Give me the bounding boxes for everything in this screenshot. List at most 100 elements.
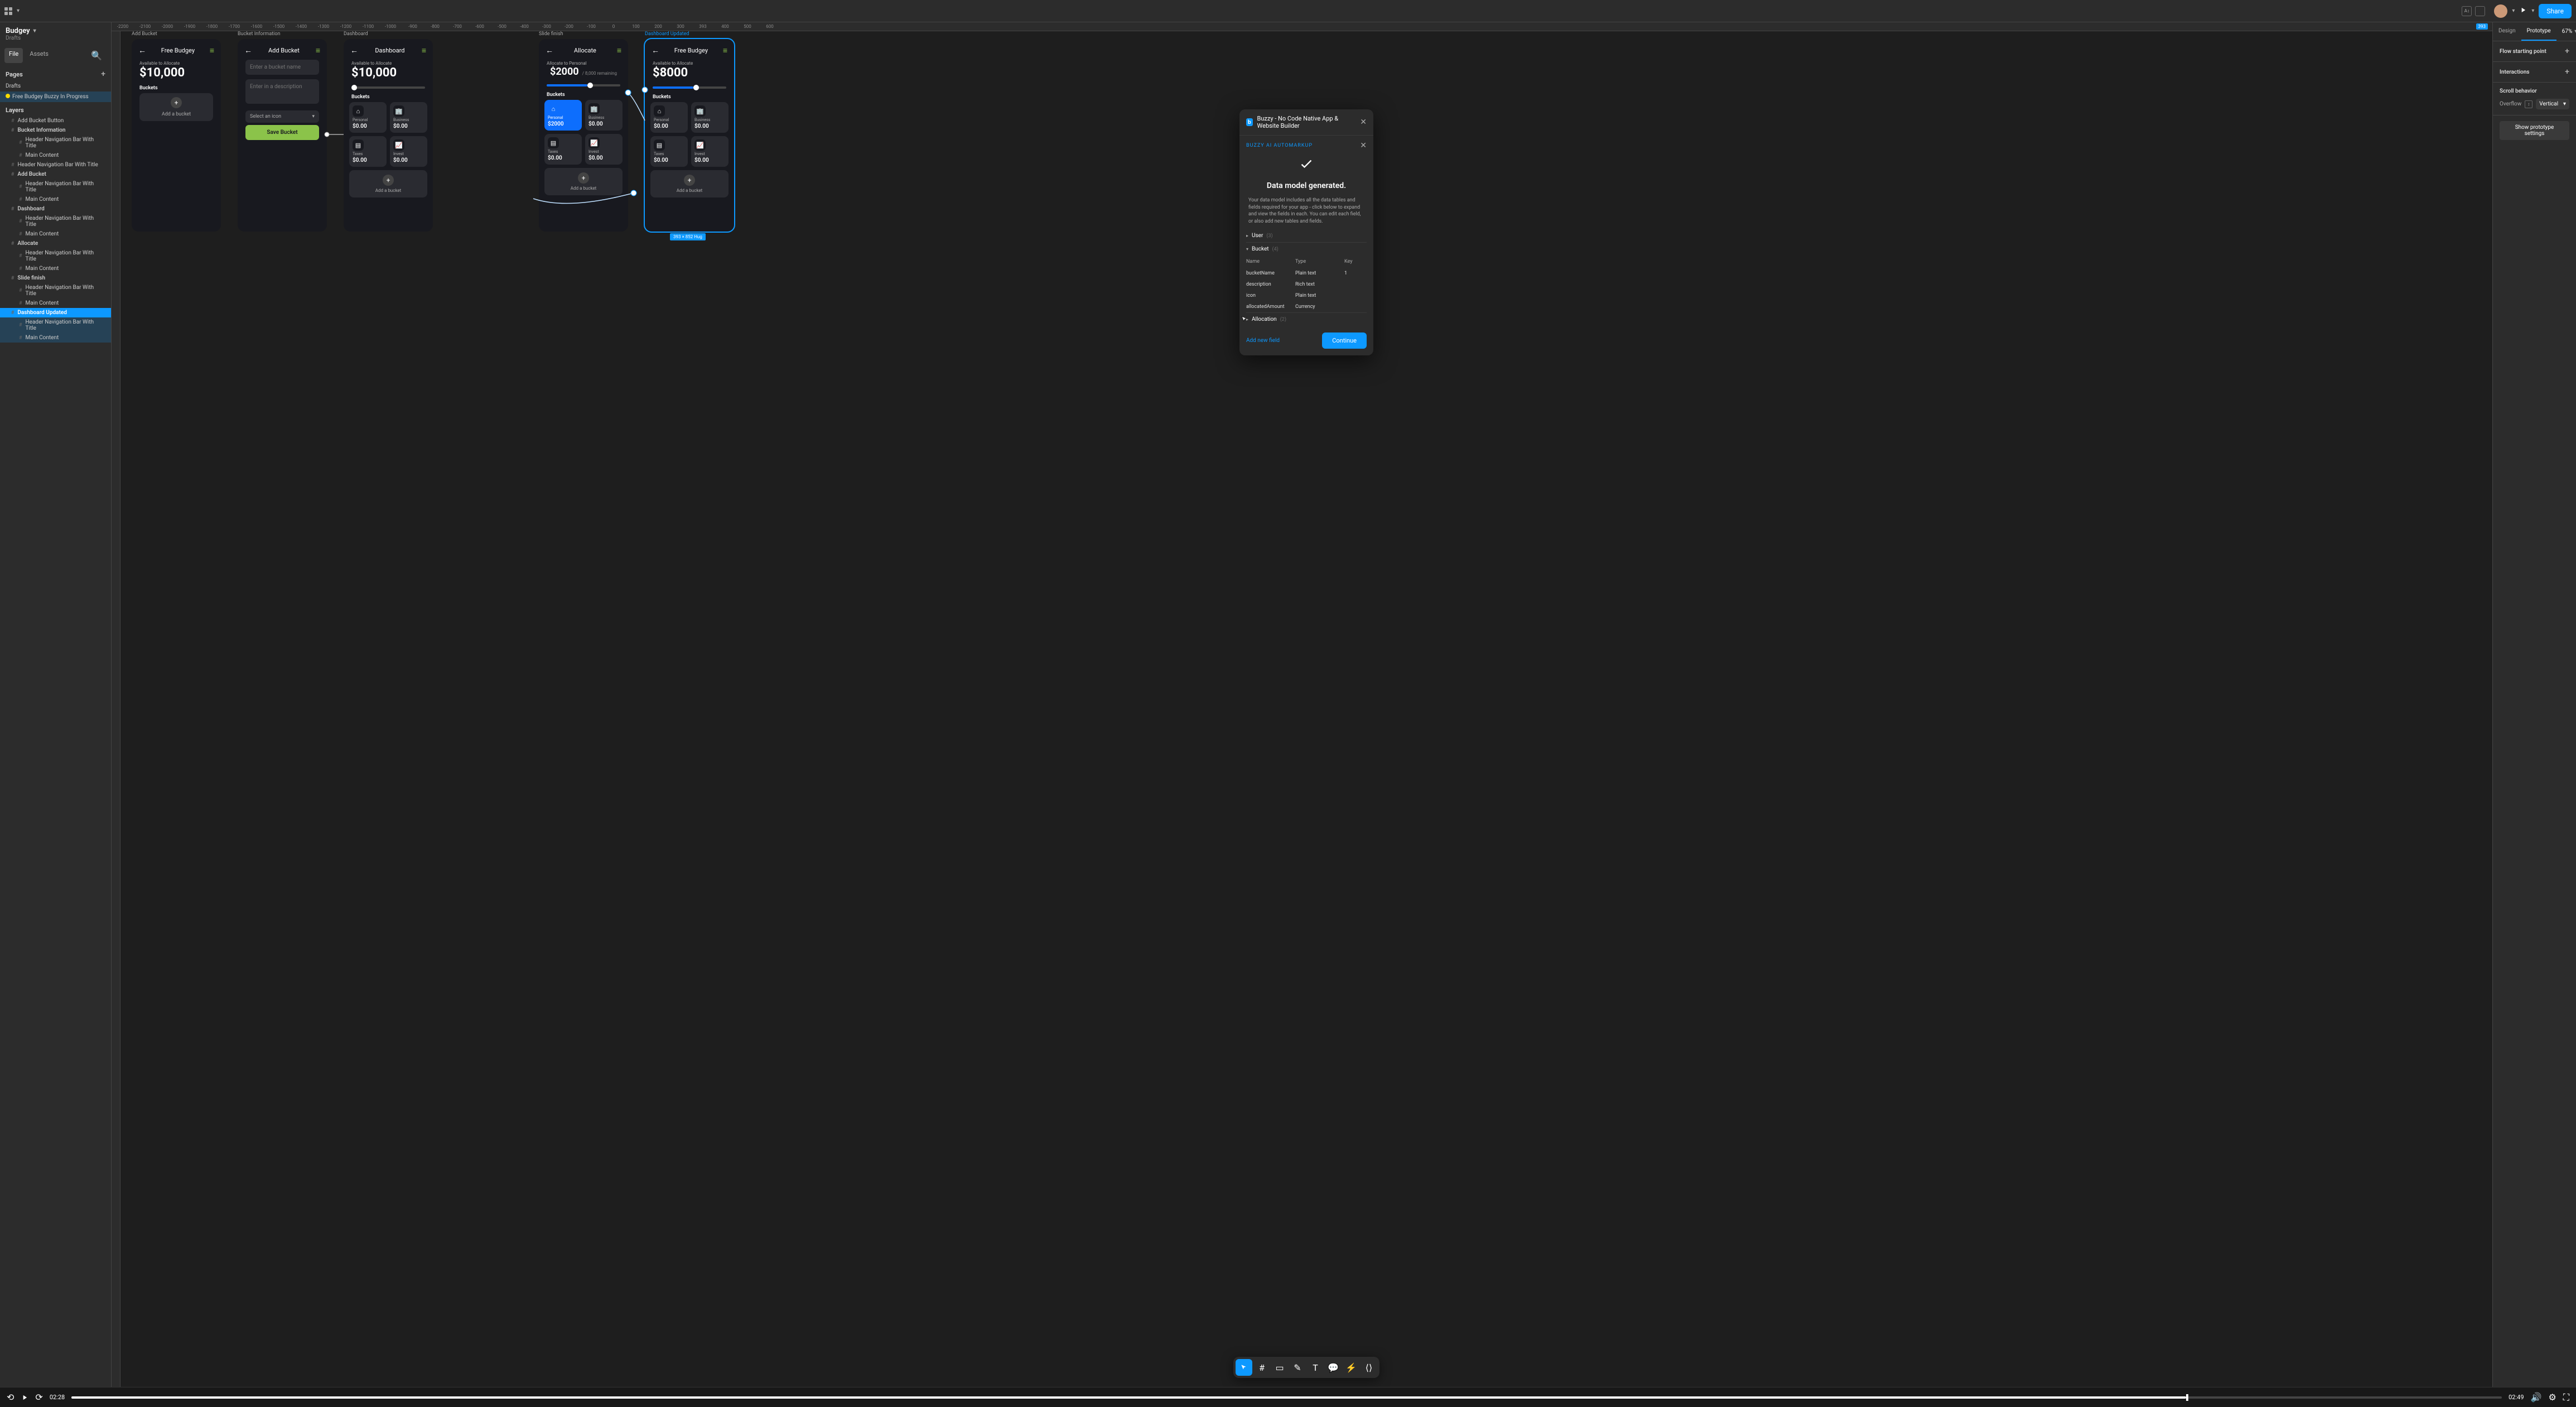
bucket-cell[interactable]: ▤Taxes$0.00 [349,136,387,167]
bucket-cell[interactable]: 📈Invest$0.00 [691,136,729,167]
chevron-down-icon[interactable]: ▾ [33,28,36,34]
page-item[interactable]: Free Budgey Buzzy In Progress [0,91,111,102]
rewind-icon[interactable]: ⟲ [7,1392,14,1403]
zoom-control[interactable]: 67%▾ [2556,22,2576,41]
layer-item[interactable]: #Dashboard Updated [0,308,111,317]
bucket-cell[interactable]: 🏢Business$0.00 [691,102,729,133]
chevron-down-icon[interactable]: ▾ [2512,8,2515,14]
layer-item[interactable]: #Header Navigation Bar With Title [0,214,111,229]
actions-icon[interactable]: ⚡ [1343,1359,1359,1376]
menu-icon[interactable]: ≡ [316,46,320,55]
layer-item[interactable]: #Header Navigation Bar With Title [0,317,111,333]
bucket-name-input[interactable] [245,60,319,75]
add-bucket-card[interactable]: +Add a bucket [349,170,427,197]
back-icon[interactable]: ← [138,46,146,55]
drafts-label[interactable]: Drafts [0,81,111,91]
frame-dashboard[interactable]: ←Dashboard≡ Available to Allocate$10,000… [344,39,433,232]
frame-allocate[interactable]: ←Allocate≡ Allocate to Personal $2000/ 8… [539,39,628,232]
layer-item[interactable]: #Add Bucket [0,170,111,179]
bucket-cell[interactable]: 📈Invest$0.00 [585,134,623,165]
volume-icon[interactable]: 🔊 [2531,1392,2542,1403]
add-field-link[interactable]: Add new field [1246,338,1280,344]
component-icon[interactable]: A↕ [2462,6,2472,16]
dev-mode-icon[interactable] [2475,6,2485,16]
field-row[interactable]: descriptionRich text [1246,279,1367,290]
back-icon[interactable]: ← [652,46,659,55]
frame-label[interactable]: Dashboard [344,31,368,37]
bucket-cell[interactable]: 🏢Business$0.00 [585,100,623,131]
comment-tool-icon[interactable]: 💬 [1325,1359,1342,1376]
layer-item[interactable]: #Header Navigation Bar With Title [0,135,111,151]
bucket-cell[interactable]: ▤Taxes$0.00 [650,136,688,167]
avatar[interactable] [2494,4,2507,18]
menu-icon[interactable]: ≡ [422,46,426,55]
tab-prototype[interactable]: Prototype [2521,22,2556,41]
field-row[interactable]: bucketNamePlain text1 [1246,268,1367,279]
layer-item[interactable]: #Header Navigation Bar With Title [0,283,111,298]
close-icon[interactable]: ✕ [1360,141,1367,150]
chevron-down-icon[interactable]: ▾ [2531,8,2534,14]
bucket-cell[interactable]: 🏢Business$0.00 [390,102,427,133]
field-row[interactable]: iconPlain text [1246,290,1367,301]
canvas[interactable]: -2200-2100-2000-1900-1800-1700-1600-1500… [112,22,2492,1387]
fullscreen-icon[interactable]: ⛶ [2563,1392,2569,1403]
menu-icon[interactable]: ≡ [723,46,727,55]
add-flow-button[interactable]: + [2565,47,2569,56]
add-page-button[interactable]: + [101,70,105,79]
tab-assets[interactable]: Assets [25,48,53,63]
bucket-cell[interactable]: ⌂Personal$2000 [544,100,582,131]
menu-icon[interactable]: ≡ [617,46,621,55]
back-icon[interactable]: ← [546,46,553,55]
bucket-cell[interactable]: 📈Invest$0.00 [390,136,427,167]
shape-tool-icon[interactable]: ▭ [1271,1359,1288,1376]
layer-item[interactable]: #Allocate [0,239,111,248]
frame-label[interactable]: Add Bucket [132,31,157,37]
layer-item[interactable]: #Header Navigation Bar With Title [0,179,111,195]
add-interaction-button[interactable]: + [2565,68,2569,76]
layer-item[interactable]: #Main Content [0,264,111,273]
layer-item[interactable]: #Dashboard [0,204,111,214]
frame-label[interactable]: Dashboard Updated [645,31,689,37]
overflow-select[interactable]: Vertical▾ [2536,99,2569,109]
dev-mode-toggle[interactable]: ⟨⟩ [1361,1359,1377,1376]
forward-icon[interactable]: ⟳ [35,1392,42,1403]
tab-design[interactable]: Design [2493,22,2521,41]
add-bucket-card[interactable]: +Add a bucket [544,168,623,195]
tree-row-allocation[interactable]: ▸Allocation(2) [1246,312,1367,326]
text-tool-icon[interactable]: T [1307,1359,1324,1376]
frame-label[interactable]: Bucket Information [238,31,280,37]
share-button[interactable]: Share [2539,4,2572,18]
frame-bucket-info[interactable]: ←Add Bucket≡ Select an icon▾ Save Bucket [238,39,327,232]
icon-select[interactable]: Select an icon▾ [245,110,319,123]
menu-icon[interactable]: ≡ [210,46,214,55]
layer-item[interactable]: #Bucket Information [0,126,111,135]
figma-menu-icon[interactable] [4,7,12,15]
move-tool-icon[interactable] [1236,1359,1252,1376]
progress-track[interactable] [71,1396,2502,1399]
frame-dashboard-updated[interactable]: ←Free Budgey≡ Available to Allocate$8000… [645,39,734,232]
frame-tool-icon[interactable]: # [1253,1359,1270,1376]
chevron-down-icon[interactable]: ▾ [17,8,20,14]
tree-row-user[interactable]: ▸User(3) [1246,229,1367,242]
settings-icon[interactable]: ⚙ [2548,1392,2556,1403]
frame-label[interactable]: Slide finish [539,31,563,37]
layer-item[interactable]: #Header Navigation Bar With Title [0,160,111,170]
play-icon[interactable] [21,1394,28,1401]
layer-item[interactable]: #Main Content [0,151,111,160]
show-prototype-settings-button[interactable]: Show prototype settings [2500,121,2569,140]
back-icon[interactable]: ← [244,46,252,55]
tab-file[interactable]: File [4,48,23,63]
add-bucket-card[interactable]: +Add a bucket [139,93,213,121]
layer-item[interactable]: #Slide finish [0,273,111,283]
layer-item[interactable]: #Header Navigation Bar With Title [0,248,111,264]
field-row[interactable]: allocatedAmountCurrency [1246,301,1367,312]
bucket-desc-input[interactable] [245,79,319,104]
layer-item[interactable]: #Add Bucket Button [0,116,111,126]
continue-button[interactable]: Continue [1322,333,1367,349]
close-icon[interactable]: ✕ [1360,118,1367,127]
present-button[interactable] [2519,6,2527,16]
layer-item[interactable]: #Main Content [0,298,111,308]
bucket-cell[interactable]: ▤Taxes$0.00 [544,134,582,165]
layer-item[interactable]: #Main Content [0,229,111,239]
tree-row-bucket[interactable]: ▾Bucket(4) [1246,242,1367,256]
